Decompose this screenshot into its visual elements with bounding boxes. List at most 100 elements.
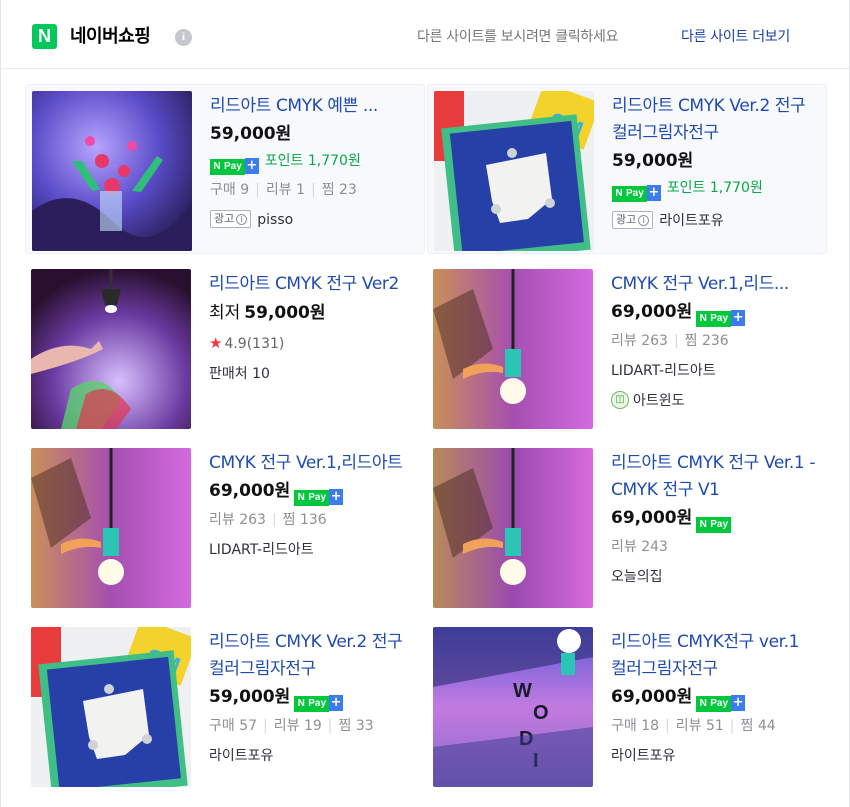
product-name[interactable]: 리드아트 CMYK Ver.2 전구 컬러그림자전구 bbox=[612, 93, 824, 147]
price-row: 59,000원 N Pay + bbox=[209, 683, 421, 712]
price-row: 59,000원 bbox=[612, 147, 824, 175]
wish-count: 찜 33 bbox=[338, 718, 374, 734]
product-name[interactable]: CMYK 전구 Ver.1,리드아트 bbox=[209, 450, 421, 477]
product-card: CM 리드아트 CMYK Ver.2 전구 컬러그림자전구 59,000원 NP… bbox=[427, 84, 827, 254]
rating-value[interactable]: 4.9(131) bbox=[224, 336, 284, 352]
npay-plus-badge: N Pay + bbox=[210, 151, 259, 175]
product-name[interactable]: CMYK 전구 Ver.1,리드... bbox=[611, 271, 823, 298]
npay-row: N Pay + 포인트 1,770원 bbox=[612, 175, 824, 202]
product-stats: 리뷰 263 | 찜 136 bbox=[209, 512, 327, 528]
shop-row: ◫ 아트윈도 bbox=[611, 386, 823, 416]
product-image[interactable]: CM bbox=[434, 91, 594, 251]
purchase-count: 구매 57 bbox=[209, 718, 258, 734]
naver-logo-icon: N bbox=[32, 24, 57, 49]
product-stats: 구매 18 | 리뷰 51 | 찜 44 bbox=[611, 718, 776, 734]
npay-plus-badge: N Pay + bbox=[294, 481, 344, 506]
product-name[interactable]: 리드아트 CMYK전구 ver.1 컬러그림자전구 bbox=[611, 629, 823, 683]
product-stats: 리뷰 243 bbox=[611, 532, 823, 562]
price: 69,000원 bbox=[209, 481, 291, 501]
product-image[interactable]: CM bbox=[31, 627, 191, 787]
price-row: 69,000원 N Pay + bbox=[611, 683, 823, 712]
price: 59,000원 bbox=[209, 687, 291, 707]
price-row: 69,000원 N Pay + bbox=[611, 298, 823, 327]
purchase-count: 구매 18 bbox=[611, 718, 660, 734]
wish-count: 찜 236 bbox=[684, 333, 729, 349]
product-stats: 구매 9 | 리뷰 1 | 찜 23 bbox=[210, 182, 357, 198]
npay-row: N Pay + 포인트 1,770원 bbox=[210, 148, 422, 175]
npay-plus-badge: N Pay + bbox=[696, 302, 746, 327]
product-stats: 리뷰 263 | 찜 236 bbox=[611, 333, 729, 349]
points-text: 포인트 1,770원 bbox=[666, 180, 763, 196]
star-icon: ★ bbox=[209, 334, 223, 352]
seller-name[interactable]: LIDART-리드아트 bbox=[611, 356, 823, 386]
npay-plus-badge: N Pay + bbox=[294, 687, 344, 712]
price: 59,000원 bbox=[612, 151, 694, 171]
price: 59,000원 bbox=[210, 124, 292, 144]
more-sites-link[interactable]: 다른 사이트 더보기 bbox=[681, 27, 790, 47]
lowest-price-label: 최저 bbox=[209, 303, 241, 323]
review-count[interactable]: 리뷰 19 bbox=[274, 718, 322, 734]
seller-name[interactable]: 오늘의집 bbox=[611, 562, 823, 592]
seller-name[interactable]: 라이트포유 bbox=[611, 741, 823, 771]
panel-title: 네이버쇼핑 bbox=[70, 26, 151, 47]
wish-count: 찜 23 bbox=[321, 182, 357, 198]
product-card: CMYK 전구 Ver.1,리드아트 69,000원 N Pay + 리뷰 263 | 찜… bbox=[25, 442, 425, 612]
seller-count[interactable]: 판매처 10 bbox=[209, 359, 421, 389]
product-image[interactable] bbox=[31, 269, 191, 429]
price: 69,000원 bbox=[611, 302, 693, 322]
seller-name[interactable]: pisso bbox=[257, 212, 293, 228]
price: 69,000원 bbox=[611, 508, 693, 528]
price-row: 69,000원 N Pay + bbox=[209, 477, 421, 506]
product-card: CM 리드아트 CMYK Ver.2 전구 컬러그림자전구 59,000원NPa… bbox=[25, 621, 425, 791]
seller-row: 광고 i 라이트포유 bbox=[612, 206, 824, 236]
seller-name[interactable]: LIDART-리드아트 bbox=[209, 535, 421, 565]
product-name[interactable]: 리드아트 CMYK 전구 Ver.1 - CMYK 전구 V1 bbox=[611, 450, 823, 504]
product-card: WODI 리드아트 CMYK전구 ver.1 컬러그림자전구 69,000원NP… bbox=[427, 621, 827, 791]
panel-header: N 네이버쇼핑 i 다른 사이트를 보시려면 클릭하세요 다른 사이트 더보기 bbox=[1, 0, 850, 69]
points-text: 포인트 1,770원 bbox=[264, 153, 361, 169]
product-image[interactable] bbox=[433, 448, 593, 608]
product-card: CMYK 전구 Ver.1,리드... 69,000원 N Pay + 리뷰 263 |… bbox=[427, 263, 827, 433]
review-count[interactable]: 리뷰 263 bbox=[611, 333, 668, 349]
review-count[interactable]: 리뷰 243 bbox=[611, 539, 668, 555]
product-name[interactable]: 리드아트 CMYK 예쁜 ... bbox=[210, 93, 422, 120]
artwindow-icon: ◫ bbox=[611, 391, 629, 409]
product-stats: 구매 57 | 리뷰 19 | 찜 33 bbox=[209, 718, 374, 734]
product-image[interactable] bbox=[433, 269, 593, 429]
product-image[interactable] bbox=[31, 448, 191, 608]
product-name[interactable]: 리드아트 CMYK 전구 Ver2 bbox=[209, 271, 421, 298]
hint-text: 다른 사이트를 보시려면 클릭하세요 bbox=[417, 29, 619, 45]
price-row: 59,000원 bbox=[210, 120, 422, 148]
ad-info-icon: i bbox=[638, 215, 650, 226]
review-count[interactable]: 리뷰 51 bbox=[676, 718, 724, 734]
purchase-count: 구매 9 bbox=[210, 182, 250, 198]
review-count[interactable]: 리뷰 263 bbox=[209, 512, 266, 528]
ad-info-icon: i bbox=[236, 214, 248, 225]
product-name[interactable]: 리드아트 CMYK Ver.2 전구 컬러그림자전구 bbox=[209, 629, 421, 683]
npay-badge: N Pay bbox=[696, 508, 732, 533]
product-card: 리드아트 CMYK 예쁜 ... 59,000원 N Pay + 포인트 1,770원… bbox=[25, 84, 425, 254]
rating-row: ★ 4.9(131) bbox=[209, 328, 421, 359]
wish-count: 찜 44 bbox=[740, 718, 776, 734]
price-row: 최저 59,000원 bbox=[209, 298, 421, 328]
product-card: 리드아트 CMYK 전구 Ver2 최저 59,000원 ★ 4.9(131) 판매… bbox=[25, 263, 425, 433]
info-icon[interactable]: i bbox=[175, 29, 192, 46]
npay-plus-badge: N Pay + bbox=[612, 178, 661, 202]
svg-text:O: O bbox=[533, 702, 549, 724]
shopping-panel: N 네이버쇼핑 i 다른 사이트를 보시려면 클릭하세요 다른 사이트 더보기 bbox=[0, 0, 850, 807]
product-image[interactable]: WODI bbox=[433, 627, 593, 787]
product-image[interactable] bbox=[32, 91, 192, 251]
product-card: 리드아트 CMYK 전구 Ver.1 - CMYK 전구 V1 69,000원 N… bbox=[427, 442, 827, 612]
price: 69,000원 bbox=[611, 687, 693, 707]
seller-name[interactable]: 라이트포유 bbox=[209, 741, 421, 771]
seller-row: 광고 i pisso bbox=[210, 205, 422, 235]
wish-count: 찜 136 bbox=[282, 512, 327, 528]
svg-text:W: W bbox=[513, 680, 532, 702]
shop-name[interactable]: 아트윈도 bbox=[633, 393, 685, 409]
price: 59,000원 bbox=[244, 303, 326, 323]
seller-name[interactable]: 라이트포유 bbox=[659, 213, 723, 229]
ad-badge[interactable]: 광고 i bbox=[210, 210, 252, 228]
ad-badge[interactable]: 광고 i bbox=[612, 211, 654, 229]
review-count[interactable]: 리뷰 1 bbox=[266, 182, 305, 198]
npay-plus-badge: N Pay + bbox=[696, 687, 746, 712]
